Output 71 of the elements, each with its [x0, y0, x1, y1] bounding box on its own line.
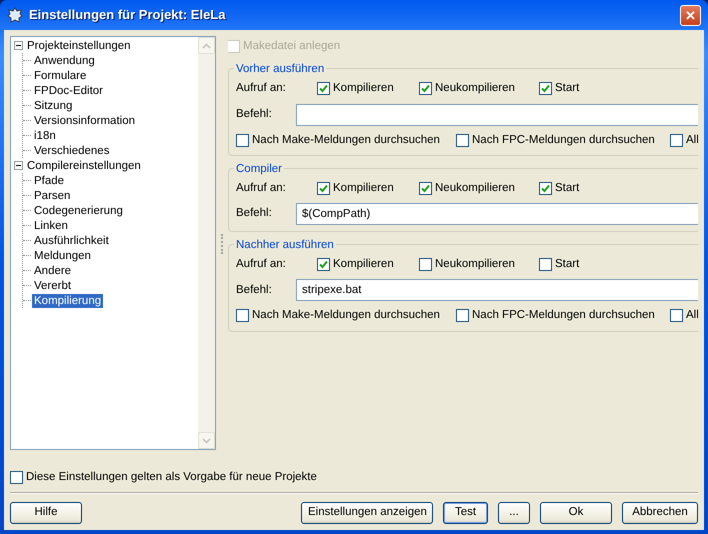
- checkbox[interactable]: [670, 309, 683, 322]
- checkbox-label: Start: [555, 180, 580, 196]
- app-icon: [7, 7, 23, 23]
- tree-item[interactable]: Anwendung: [32, 54, 97, 68]
- checkbox[interactable]: [539, 182, 552, 195]
- field-label: Aufruf an:: [236, 81, 287, 96]
- tree-item[interactable]: Formulare: [32, 68, 88, 82]
- tree-item[interactable]: Andere: [32, 264, 74, 278]
- close-button[interactable]: ×: [680, 4, 701, 26]
- checkbox[interactable]: [10, 470, 23, 484]
- dialog-button[interactable]: Einstellungen anzeigen: [301, 502, 433, 524]
- checkbox[interactable]: [419, 258, 432, 272]
- checkbox-label: Kompilieren: [333, 180, 394, 196]
- command-field[interactable]: stripexe.bat: [296, 279, 698, 302]
- checkbox[interactable]: [456, 309, 469, 322]
- checkbox-label: Kompilieren: [333, 257, 394, 272]
- checkbox-label: Diese Einstellungen gelten als Vorgabe für neue Projekte: [26, 470, 317, 485]
- tree-item[interactable]: Sitzung: [32, 98, 74, 112]
- checkbox-label: Start: [555, 257, 580, 272]
- checkbox[interactable]: [670, 134, 683, 147]
- dialog-button[interactable]: Abbrechen: [622, 502, 698, 524]
- tree-item[interactable]: Kompilierung: [32, 294, 104, 308]
- field-label: Befehl:: [236, 282, 273, 298]
- tree-item[interactable]: Verschiedenes: [32, 144, 112, 158]
- checkbox[interactable]: [456, 134, 469, 147]
- checkbox-label: Neukompilieren: [435, 257, 515, 272]
- tree-item[interactable]: i18n: [32, 128, 58, 142]
- tree-item[interactable]: Pfade: [32, 174, 66, 188]
- checkbox-label: Kompilieren: [333, 81, 394, 96]
- checkbox-label: Start: [555, 81, 580, 96]
- tree-item[interactable]: Meldungen: [32, 248, 93, 262]
- checkbox[interactable]: [236, 134, 249, 147]
- tree-item[interactable]: FPDoc-Editor: [32, 84, 106, 98]
- checkbox[interactable]: [419, 182, 432, 195]
- dialog-button[interactable]: ...: [498, 502, 530, 524]
- checkbox-label: Nach Make-Meldungen durchsuchen: [252, 308, 440, 324]
- checkbox[interactable]: [539, 82, 552, 96]
- checkbox[interactable]: [419, 82, 432, 96]
- tree-item[interactable]: Vererbt: [32, 278, 74, 292]
- checkbox[interactable]: [317, 258, 330, 272]
- tree-item[interactable]: Linken: [32, 218, 70, 232]
- checkbox-label: All: [686, 132, 698, 148]
- field-label: Befehl:: [236, 106, 273, 122]
- checkbox[interactable]: [317, 82, 330, 96]
- checkbox-label: Neukompilieren: [435, 81, 515, 96]
- command-field[interactable]: [296, 104, 698, 126]
- checkbox-label: Neukompilieren: [435, 180, 515, 196]
- dialog-button[interactable]: Ok: [540, 502, 612, 524]
- tree-item[interactable]: Versionsinformation: [32, 114, 137, 128]
- tree-item[interactable]: Codegenerierung: [32, 204, 125, 218]
- checkbox-label: Nach FPC-Meldungen durchsuchen: [472, 132, 655, 148]
- checkbox-label: Nach Make-Meldungen durchsuchen: [252, 132, 440, 148]
- field-label: Aufruf an:: [236, 257, 287, 272]
- window-title: Einstellungen für Projekt: EleLa: [29, 6, 226, 24]
- field-label: Aufruf an:: [236, 180, 287, 196]
- tree-item[interactable]: Compilereinstellungen: [25, 158, 143, 172]
- checkbox-label: Nach FPC-Meldungen durchsuchen: [472, 308, 655, 324]
- checkbox[interactable]: [539, 258, 552, 272]
- checkbox[interactable]: [236, 309, 249, 322]
- checkbox-label: All: [686, 308, 698, 324]
- checkbox[interactable]: [317, 182, 330, 195]
- field-label: Befehl:: [236, 206, 273, 222]
- checkbox-label: Makedatei anlegen: [243, 39, 340, 54]
- collapse-icon[interactable]: [14, 161, 23, 170]
- tree-item[interactable]: Parsen: [32, 188, 72, 202]
- collapse-icon[interactable]: [14, 41, 23, 50]
- command-field[interactable]: $(CompPath): [296, 203, 698, 225]
- dialog-button[interactable]: Hilfe: [10, 502, 82, 524]
- tree-item[interactable]: Projekteinstellungen: [25, 38, 133, 52]
- dialog-button[interactable]: Test: [443, 502, 488, 524]
- tree-item[interactable]: Ausführlichkeit: [32, 234, 111, 248]
